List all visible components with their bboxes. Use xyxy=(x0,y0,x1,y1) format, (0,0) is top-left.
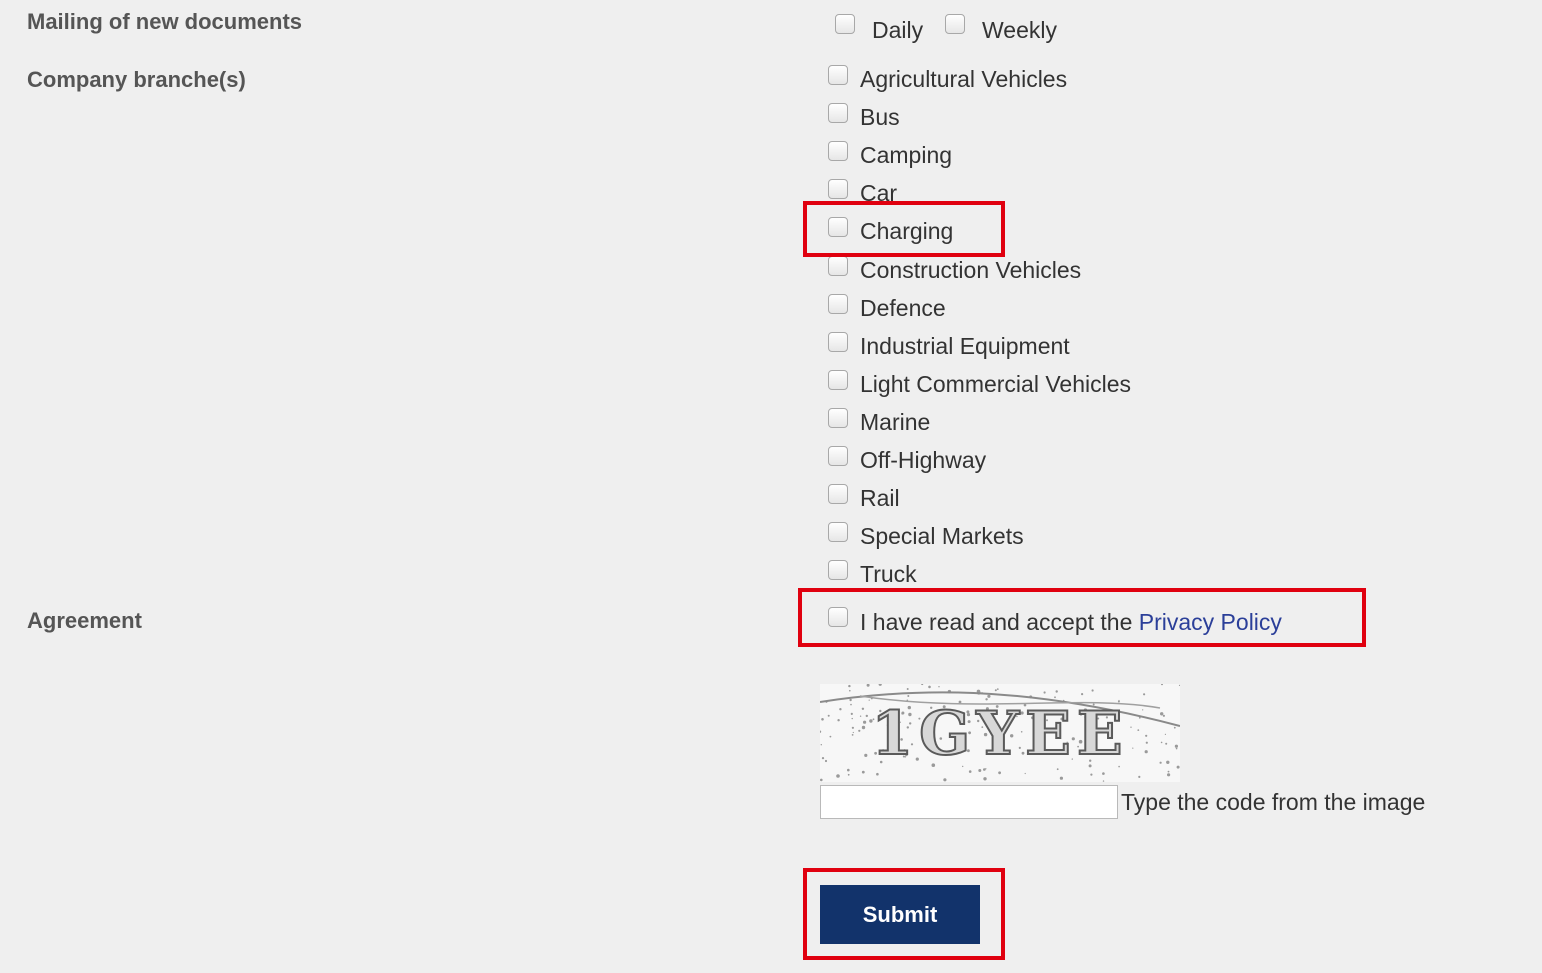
branch-option[interactable]: Rail xyxy=(828,484,1328,522)
branch-checkbox[interactable] xyxy=(828,331,848,352)
branch-option[interactable]: Bus xyxy=(828,103,1328,141)
branch-label: Construction Vehicles xyxy=(860,256,1082,283)
branch-label: Camping xyxy=(860,142,953,169)
branch-label: Special Markets xyxy=(860,523,1024,550)
daily-checkbox[interactable] xyxy=(835,14,855,34)
branch-option[interactable]: Defence xyxy=(828,293,1328,332)
branch-checkbox[interactable] xyxy=(828,560,848,581)
branch-label: Marine xyxy=(860,408,931,435)
branch-label: Off-Highway xyxy=(860,447,987,473)
branch-option[interactable]: Light Commercial Vehicles xyxy=(828,369,1328,408)
subscription-form: Mailing of new documents Daily Weekly Co… xyxy=(0,0,1542,973)
branch-checkbox[interactable] xyxy=(828,484,848,505)
branch-label: Industrial Equipment xyxy=(860,332,1070,359)
branch-option[interactable]: Camping xyxy=(828,141,1328,179)
branch-label: Agricultural Vehicles xyxy=(860,66,1068,92)
captcha-image: 1GYEE xyxy=(820,684,1180,782)
branch-option[interactable]: Marine xyxy=(828,407,1328,446)
branch-label: Rail xyxy=(860,485,900,512)
branch-checkbox[interactable] xyxy=(828,522,848,543)
branch-option[interactable]: Off-Highway xyxy=(828,446,1328,484)
branch-label: Defence xyxy=(860,294,946,321)
captcha-input[interactable] xyxy=(820,785,1118,819)
mailing-label: Mailing of new documents xyxy=(27,9,303,34)
weekly-label: Weekly xyxy=(982,17,1057,43)
branch-option[interactable]: Special Markets xyxy=(828,522,1328,560)
branch-label: Bus xyxy=(860,104,900,131)
weekly-checkbox[interactable] xyxy=(945,14,965,34)
branch-label: Truck xyxy=(860,561,917,588)
agreement-highlight xyxy=(798,588,1366,647)
agreement-label: Agreement xyxy=(27,608,142,633)
branch-option[interactable]: Construction Vehicles xyxy=(828,255,1328,294)
submit-highlight xyxy=(803,868,1005,960)
charging-highlight xyxy=(803,201,1005,257)
branch-checkbox[interactable] xyxy=(828,141,848,162)
branch-checkbox[interactable] xyxy=(828,255,848,276)
branch-checkbox[interactable] xyxy=(828,407,848,428)
branch-checkbox[interactable] xyxy=(828,103,848,124)
branch-option[interactable]: Agricultural Vehicles xyxy=(828,65,1328,103)
branch-checkbox[interactable] xyxy=(828,293,848,314)
branches-label: Company branche(s) xyxy=(27,67,246,92)
branch-option[interactable]: Industrial Equipment xyxy=(828,331,1328,370)
daily-label: Daily xyxy=(872,17,924,43)
branch-label: Light Commercial Vehicles xyxy=(860,370,1132,397)
branch-checkbox[interactable] xyxy=(828,446,848,466)
captcha-hint: Type the code from the image xyxy=(1121,789,1426,815)
branch-checkbox[interactable] xyxy=(828,179,848,200)
branch-checkbox[interactable] xyxy=(828,369,848,390)
branch-checkbox[interactable] xyxy=(828,65,848,85)
captcha-code: 1GYEE xyxy=(871,699,1128,769)
